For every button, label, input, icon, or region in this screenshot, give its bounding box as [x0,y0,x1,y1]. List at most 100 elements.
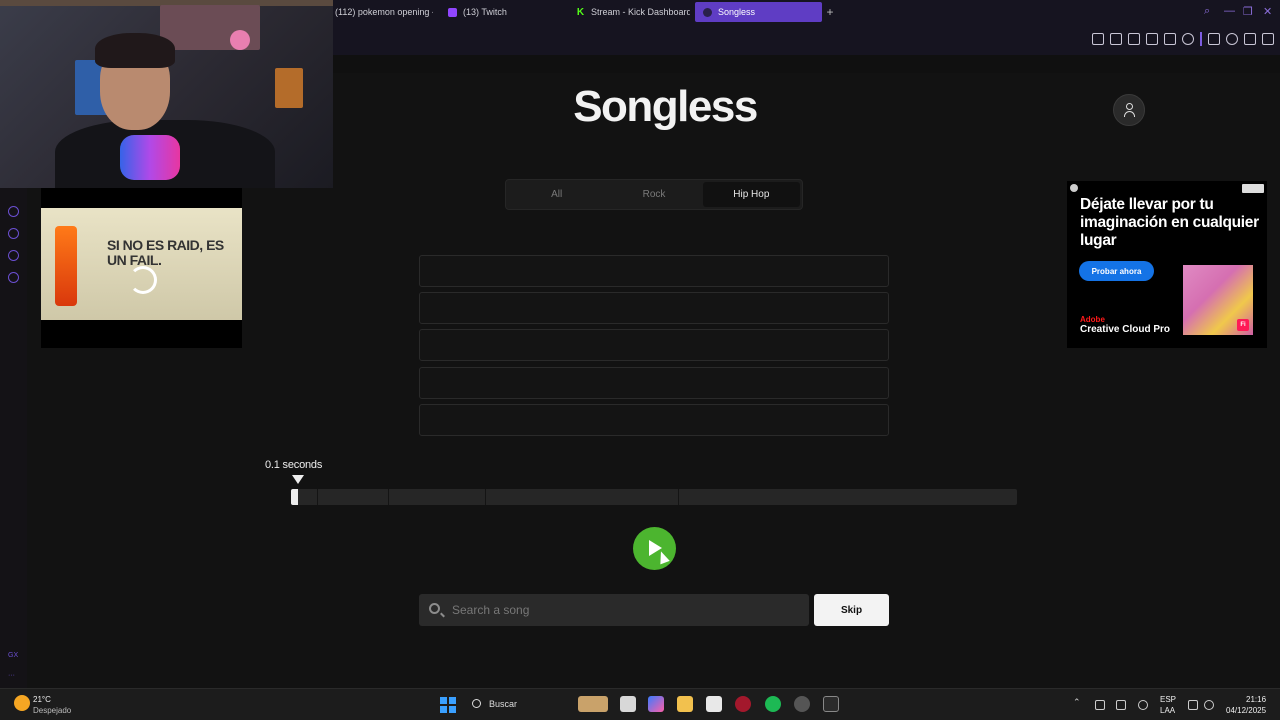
skip-button[interactable]: Skip [814,594,889,626]
tab-label: (13) Twitch [463,7,507,17]
songless-logo[interactable]: Songless [560,82,770,132]
guess-slot-2 [419,292,889,324]
tray-chevron-icon[interactable]: ⌃ [1073,697,1083,707]
songless-favicon-icon [703,7,712,17]
ad-cta-button[interactable]: Probar ahora [1079,261,1154,281]
steam-icon[interactable] [794,696,810,712]
play-icon[interactable] [1164,33,1176,45]
segment-divider [678,489,679,505]
copilot-icon[interactable] [648,696,664,712]
epic-games-icon[interactable] [823,696,839,712]
clip-duration-label: 0.1 seconds [265,459,323,471]
raid-can-image [55,226,77,306]
twitch-icon [448,7,457,17]
windows-logo-icon [440,697,448,705]
search-icon [429,603,440,614]
tab-label: Stream - Kick Dashboard [591,7,690,17]
minimize-icon[interactable]: — [1224,5,1235,17]
ad-choices-icon[interactable] [1242,184,1264,193]
replay-icon[interactable] [129,266,157,294]
song-search-bar [419,594,809,626]
translate-icon[interactable] [1146,33,1158,45]
download-icon[interactable] [1244,33,1256,45]
page-top-bar [333,55,1280,73]
extensions-sidebar-icon[interactable] [8,250,19,261]
guess-slot-5 [419,404,889,436]
ad-info-icon[interactable] [1070,184,1078,192]
task-view-icon[interactable] [620,696,636,712]
toolbar-divider [1200,32,1202,46]
network-icon[interactable] [1188,700,1198,710]
genre-selector: All Rock Hip Hop [505,179,803,210]
store-icon[interactable] [706,696,722,712]
pin-icon[interactable] [1092,33,1104,45]
windows-logo-icon [448,705,456,713]
clip-progress-bar [291,489,1017,505]
song-search-input[interactable] [450,594,800,626]
tab-label: Songless [718,7,756,17]
genre-tab-all[interactable]: All [508,182,605,207]
clock-date[interactable]: 04/12/2025 [1226,706,1266,715]
microphone-icon[interactable] [1138,700,1148,710]
settings-icon[interactable] [8,272,19,283]
timeline-marker [292,475,304,484]
play-button[interactable] [633,527,676,570]
guess-slot-4 [419,367,889,399]
search-tabs-icon[interactable]: ⌕ [1204,5,1210,18]
weather-icon[interactable] [14,695,30,711]
menu-icon[interactable] [1262,33,1274,45]
extensions-icon[interactable] [1208,33,1220,45]
heart-icon[interactable] [1182,33,1194,45]
video-ad-frame: SI NO ES RAID, ES UN FAIL. [41,208,242,320]
video-ad-player[interactable]: SI NO ES RAID, ES UN FAIL. [41,188,242,348]
weather-description[interactable]: Despejado [33,706,71,715]
firefly-badge: Fi [1237,319,1249,331]
rgb-microphone [120,135,180,180]
segment-divider [388,489,389,505]
snapshot-icon[interactable] [1110,33,1122,45]
new-tab-button[interactable]: + [823,5,837,19]
windows-logo-icon [448,697,456,705]
ad-product: Creative Cloud Pro [1080,324,1171,335]
search-highlight-icon[interactable] [578,696,608,712]
tab-pokemon-opening[interactable]: (112) pokemon opening - [327,2,433,22]
opera-gx-icon[interactable] [735,696,751,712]
clock-time[interactable]: 21:16 [1246,695,1266,704]
file-explorer-icon[interactable] [677,696,693,712]
taskbar-search-label[interactable]: Buscar [489,699,517,709]
windows-taskbar: 21°C Despejado Buscar ⌃ ESP LAA 21:16 04… [0,688,1280,720]
display-ad[interactable]: Déjate llevar por tu imaginación en cual… [1067,181,1267,348]
ad-brand: Adobe [1080,315,1105,324]
spotify-icon[interactable] [765,696,781,712]
tab-label: (112) pokemon opening - [335,7,433,17]
volume-icon[interactable] [1204,700,1214,710]
tab-twitch[interactable]: (13) Twitch [440,2,562,22]
poster [275,68,303,108]
player-icon[interactable] [8,206,19,217]
streamer-hair [95,33,175,68]
gx-icon[interactable]: GX [8,652,18,659]
taskbar-search-icon[interactable] [472,699,481,708]
history-icon[interactable] [8,228,19,239]
start-button[interactable] [440,697,456,713]
guess-slot-1 [419,255,889,287]
language-layout[interactable]: LAA [1160,706,1175,715]
tray-sync-icon[interactable] [1095,700,1105,710]
user-icon [1126,103,1133,110]
close-icon[interactable]: ✕ [1263,5,1272,18]
language-code[interactable]: ESP [1160,695,1176,704]
tray-app-icon[interactable] [1116,700,1126,710]
segment-divider [485,489,486,505]
account-button[interactable] [1113,94,1145,126]
profile-icon[interactable] [1226,33,1238,45]
genre-tab-hip-hop[interactable]: Hip Hop [702,182,800,207]
shield-icon[interactable] [1128,33,1140,45]
weather-temperature[interactable]: 21°C [33,695,51,704]
genre-tab-rock[interactable]: Rock [605,182,702,207]
restore-icon[interactable]: ❐ [1243,5,1253,18]
more-icon[interactable]: ··· [8,672,15,679]
tab-songless[interactable]: Songless [695,2,822,22]
tab-kick-dashboard[interactable]: K Stream - Kick Dashboard [568,2,690,22]
ad-title: Déjate llevar por tu imaginación en cual… [1080,196,1259,249]
kick-icon: K [576,6,585,18]
